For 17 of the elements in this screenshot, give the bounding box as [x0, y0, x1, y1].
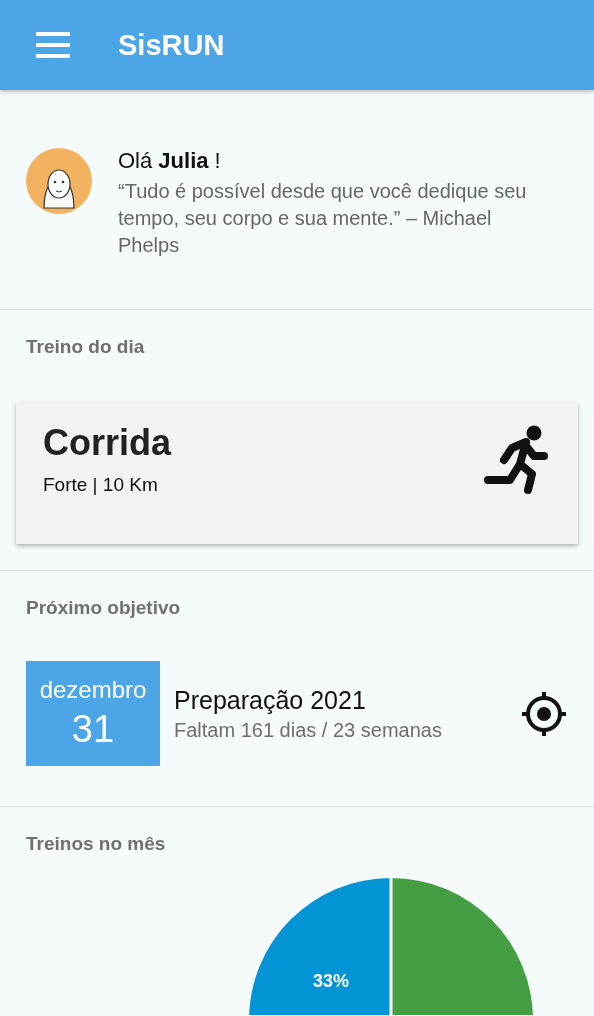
- avatar-icon: [26, 148, 92, 214]
- menu-button[interactable]: [36, 32, 70, 58]
- quote-text: “Tudo é possível desde que você dedique seu tempo, seu corpo e sua mente.” – Michael Phelps: [118, 179, 528, 258]
- goal-remaining: Faltam 161 dias / 23 semanas: [174, 718, 443, 742]
- training-card[interactable]: Corrida Forte | 10 Km: [16, 402, 578, 544]
- training-detail: Forte | 10 Km: [43, 474, 159, 496]
- section-heading: Treino do dia: [26, 336, 146, 358]
- section-heading: Próximo objetivo: [26, 597, 182, 619]
- app-title: SisRUN: [118, 28, 225, 62]
- target-icon[interactable]: [520, 689, 568, 738]
- training-title: Corrida: [43, 422, 172, 464]
- greeting-text: Olá Julia !: [118, 148, 222, 174]
- slice-label: 33%: [313, 971, 349, 991]
- date-month: dezembro: [39, 676, 147, 704]
- goal-title: Preparação 2021: [174, 685, 367, 715]
- date-day: 31: [71, 708, 115, 751]
- section-heading: Treinos no mês: [26, 833, 167, 855]
